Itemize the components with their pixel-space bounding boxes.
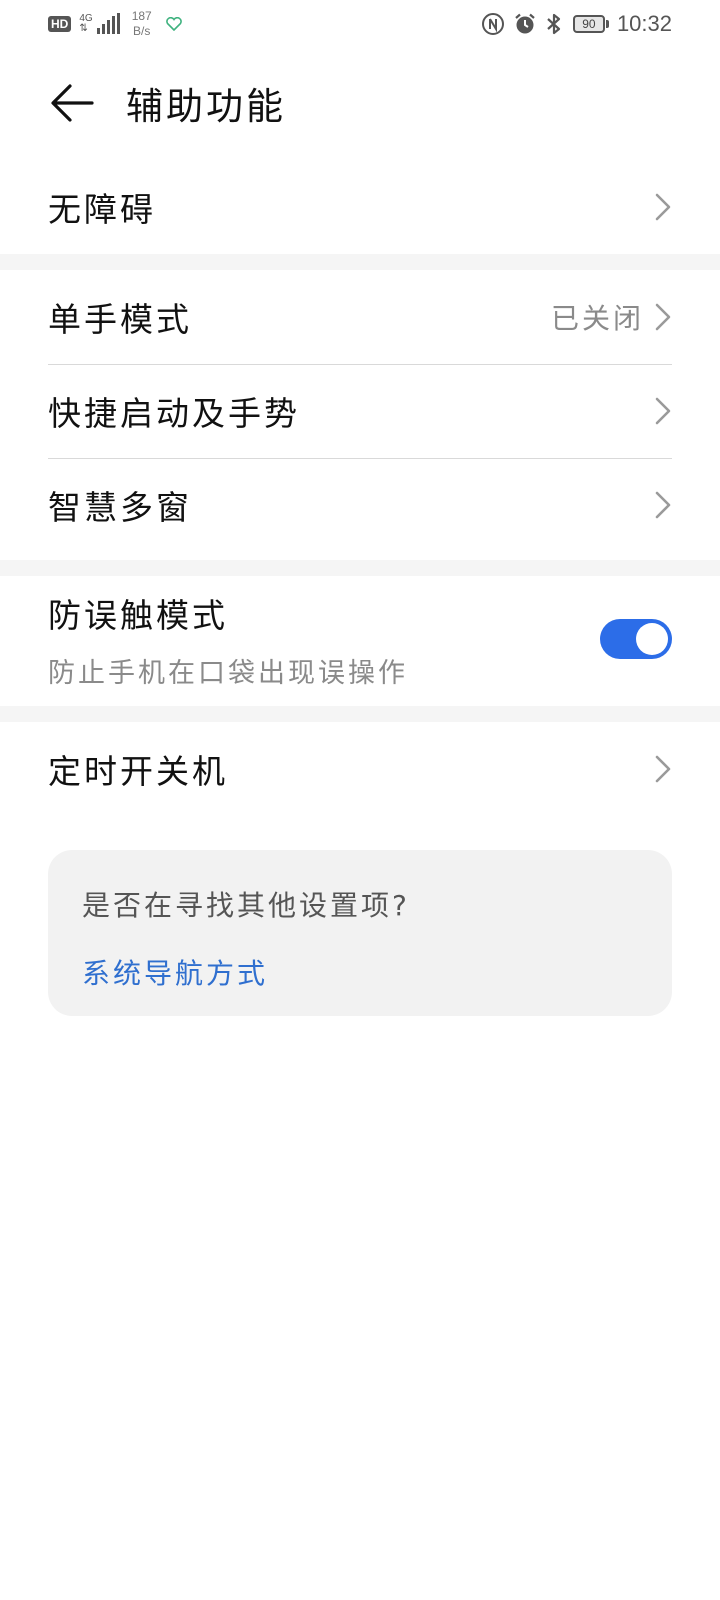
chevron-right-icon [655,491,671,519]
signal-icon [95,13,120,34]
net-speed-unit: B/s [133,24,151,38]
arrow-left-icon [51,84,94,122]
battery-level: 90 [572,15,605,33]
net-speed-value: 187 [131,9,152,23]
settings-item-scheduled-power[interactable]: 定时开关机 [0,722,720,816]
settings-item-label: 单手模式 [48,300,192,339]
title-bar: 辅助功能 [0,60,720,146]
chevron-right-icon [655,397,671,425]
group-separator [0,254,720,270]
system-navigation-link[interactable]: 系统导航方式 [82,952,268,992]
status-bar-left: HD 4G ⇅ 187 B/s [48,9,182,39]
settings-group-pocket-mode: 防误触模式 防止手机在口袋出现误操作 [0,576,720,702]
pocket-mode-toggle[interactable] [600,619,672,659]
net-speed: 187 B/s [132,9,152,39]
settings-item-label: 智慧多窗 [48,488,192,527]
status-bar-right: 90 10:32 [473,11,672,37]
settings-item-texts: 防误触模式 防止手机在口袋出现误操作 [48,589,600,690]
settings-group-modes: 单手模式 已关闭 快捷启动及手势 智慧多窗 [0,270,720,552]
battery-cap [605,20,609,28]
hd-badge: HD [48,16,72,32]
chevron-right-icon [655,303,671,331]
settings-group-accessibility: 无障碍 [0,160,720,254]
network-type: 4G ⇅ [79,14,92,34]
battery-icon: 90 [572,15,609,33]
settings-item-shortcuts-gestures[interactable]: 快捷启动及手势 [0,364,720,458]
suggestion-card: 是否在寻找其他设置项? 系统导航方式 [48,850,672,1016]
settings-item-pocket-mode[interactable]: 防误触模式 防止手机在口袋出现误操作 [0,576,720,702]
suggestion-question: 是否在寻找其他设置项? [82,889,410,922]
page-title: 辅助功能 [126,85,286,128]
chevron-right-icon [655,755,671,783]
heart-icon [165,17,182,31]
group-separator [0,706,720,722]
clock: 10:32 [616,11,672,36]
settings-item-subtitle: 防止手机在口袋出现误操作 [48,657,408,689]
settings-group-scheduled-power: 定时开关机 [0,722,720,816]
settings-item-label: 防误触模式 [48,595,228,635]
toggle-knob [636,623,668,655]
chevron-right-icon [655,193,671,221]
back-button[interactable] [44,75,100,131]
network-activity: ⇅ [79,23,88,34]
status-bar: HD 4G ⇅ 187 B/s 90 10:32 [0,0,720,48]
settings-item-one-hand-mode[interactable]: 单手模式 已关闭 [0,270,720,364]
settings-item-multi-window[interactable]: 智慧多窗 [0,458,720,552]
settings-item-label: 无障碍 [48,190,156,229]
settings-item-label: 定时开关机 [48,752,228,791]
settings-item-label: 快捷启动及手势 [48,394,300,433]
alarm-icon [515,13,535,34]
settings-item-value: 已关闭 [550,302,644,335]
group-separator [0,560,720,576]
bluetooth-icon [547,13,561,35]
nfc-icon [481,13,504,35]
settings-item-accessibility[interactable]: 无障碍 [0,160,720,254]
